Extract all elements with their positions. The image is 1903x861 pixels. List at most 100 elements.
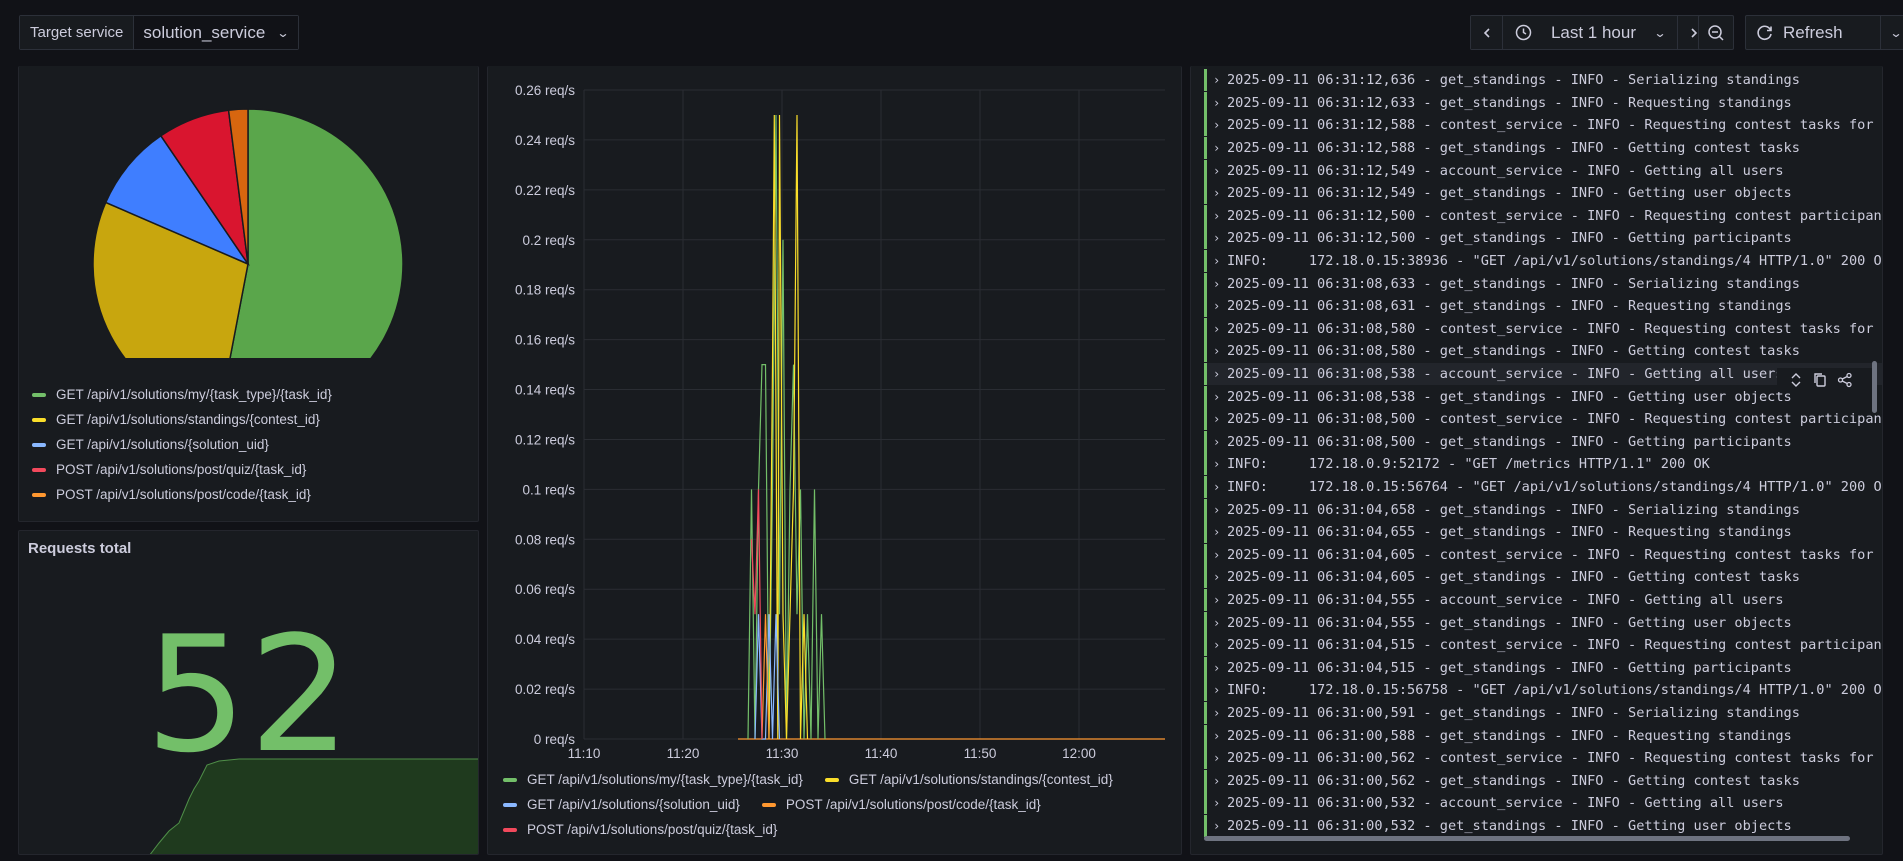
log-row[interactable]: › 2025-09-11 06:31:08,500 - get_standings…	[1204, 430, 1882, 454]
chevron-right-icon[interactable]: ›	[1213, 706, 1225, 720]
log-row[interactable]: › 2025-09-11 06:31:04,555 - account_servi…	[1204, 588, 1882, 612]
legend-item[interactable]: POST /api/v1/solutions/post/quiz/{task_i…	[503, 817, 777, 842]
log-row[interactable]: › INFO: 172.18.0.9:52172 - "GET /metrics …	[1204, 453, 1882, 476]
legend-item[interactable]: GET /api/v1/solutions/my/{task_type}/{ta…	[503, 767, 803, 792]
chevron-right-icon[interactable]: ›	[1213, 118, 1225, 132]
log-row[interactable]: › 2025-09-11 06:31:12,633 - get_standings…	[1204, 91, 1882, 115]
chevron-right-icon[interactable]: ›	[1213, 593, 1225, 607]
log-message: 2025-09-11 06:31:08,631 - get_standings …	[1227, 298, 1792, 315]
chevron-right-icon[interactable]: ›	[1213, 435, 1225, 449]
y-tick-label: 0.06 req/s	[515, 582, 575, 597]
zoom-out-button[interactable]	[1698, 15, 1734, 50]
legend-item[interactable]: GET /api/v1/solutions/standings/{contest…	[824, 767, 1113, 792]
chevron-right-icon[interactable]: ›	[1213, 570, 1225, 584]
chevron-right-icon[interactable]: ›	[1213, 683, 1225, 697]
refresh-button[interactable]: Refresh	[1746, 16, 1881, 49]
log-row[interactable]: › 2025-09-11 06:31:08,633 - get_standings…	[1204, 272, 1882, 295]
legend-item[interactable]: GET /api/v1/solutions/standings/{contest…	[32, 407, 332, 432]
log-row[interactable]: › 2025-09-11 06:31:08,580 - get_standings…	[1204, 340, 1882, 363]
log-row[interactable]: › 2025-09-11 06:31:12,588 - contest_servi…	[1204, 114, 1882, 137]
log-row[interactable]: › 2025-09-11 06:31:04,515 - contest_servi…	[1204, 634, 1882, 657]
log-row[interactable]: › 2025-09-11 06:31:04,655 - get_standings…	[1204, 521, 1882, 544]
x-tick-label: 11:50	[964, 746, 997, 761]
chevron-right-icon[interactable]: ›	[1213, 73, 1225, 87]
chevron-right-icon[interactable]: ›	[1213, 254, 1225, 268]
log-row[interactable]: › 2025-09-11 06:31:12,549 - get_standings…	[1204, 182, 1882, 205]
chevron-right-icon[interactable]: ›	[1213, 367, 1225, 381]
chevron-right-icon[interactable]: ›	[1213, 390, 1225, 404]
legend-item[interactable]: GET /api/v1/solutions/{solution_uid}	[32, 432, 332, 457]
log-row[interactable]: › 2025-09-11 06:31:00,562 - get_standings…	[1204, 769, 1882, 792]
log-row[interactable]: › 2025-09-11 06:31:00,588 - get_standings…	[1204, 724, 1882, 747]
log-row[interactable]: › INFO: 172.18.0.15:38936 - "GET /api/v1/…	[1204, 250, 1882, 273]
rate-timeseries-panel: 0.26 req/s 0.24 req/s 0.22 req/s 0.2 req/s 0…	[487, 66, 1182, 855]
log-row[interactable]: › 2025-09-11 06:31:00,532 - get_standings…	[1204, 814, 1882, 838]
legend-item[interactable]: POST /api/v1/solutions/post/quiz/{task_i…	[32, 457, 332, 482]
x-tick-label: 11:40	[865, 746, 898, 761]
chevron-right-icon[interactable]: ›	[1213, 616, 1225, 630]
log-row[interactable]: › 2025-09-11 06:31:12,500 - contest_servi…	[1204, 204, 1882, 228]
chevron-right-icon[interactable]: ›	[1213, 412, 1225, 426]
chevron-right-icon[interactable]: ›	[1213, 344, 1225, 358]
log-row[interactable]: › 2025-09-11 06:31:00,562 - contest_servi…	[1204, 747, 1882, 770]
log-row[interactable]: › 2025-09-11 06:31:00,591 - get_standings…	[1204, 701, 1882, 725]
share-icon[interactable]	[1837, 372, 1853, 388]
chevron-right-icon[interactable]: ›	[1213, 186, 1225, 200]
refresh-interval-dropdown[interactable]: ⌄	[1881, 16, 1903, 49]
chevron-right-icon[interactable]: ›	[1213, 457, 1225, 471]
chevron-right-icon[interactable]: ›	[1213, 322, 1225, 336]
log-level-bar	[1204, 475, 1207, 498]
log-row[interactable]: › 2025-09-11 06:31:04,605 - contest_servi…	[1204, 543, 1882, 566]
chevron-right-icon[interactable]: ›	[1213, 141, 1225, 155]
log-row[interactable]: › 2025-09-11 06:31:04,658 - get_standings…	[1204, 498, 1882, 521]
chevron-right-icon[interactable]: ›	[1213, 96, 1225, 110]
chevron-right-icon[interactable]: ›	[1213, 525, 1225, 539]
log-vertical-scrollbar[interactable]	[1872, 361, 1877, 413]
chevron-right-icon[interactable]: ›	[1213, 638, 1225, 652]
log-row[interactable]: › 2025-09-11 06:31:12,636 - get_standings…	[1204, 69, 1882, 92]
log-horizontal-scrollbar[interactable]	[1204, 836, 1850, 841]
chevron-right-icon[interactable]: ›	[1213, 729, 1225, 743]
chevron-right-icon[interactable]: ›	[1213, 480, 1225, 494]
legend-item[interactable]: POST /api/v1/solutions/post/code/{task_i…	[32, 482, 332, 507]
chevron-right-icon[interactable]: ›	[1213, 277, 1225, 291]
chevron-right-icon[interactable]: ›	[1213, 661, 1225, 675]
legend-item[interactable]: GET /api/v1/solutions/{solution_uid}	[503, 792, 740, 817]
chevron-right-icon[interactable]: ›	[1213, 819, 1225, 833]
time-back-button[interactable]	[1471, 16, 1503, 49]
time-range-button[interactable]: Last 1 hour ⌄	[1503, 16, 1678, 49]
log-row[interactable]: › 2025-09-11 06:31:08,631 - get_standings…	[1204, 295, 1882, 318]
legend-item[interactable]: POST /api/v1/solutions/post/code/{task_i…	[761, 792, 1041, 817]
chevron-right-icon[interactable]: ›	[1213, 751, 1225, 765]
chevron-right-icon[interactable]: ›	[1213, 796, 1225, 810]
legend-swatch	[503, 777, 517, 782]
refresh-picker: Refresh ⌄	[1745, 15, 1903, 50]
chevron-right-icon[interactable]: ›	[1213, 209, 1225, 223]
log-level-bar	[1204, 521, 1207, 544]
log-row[interactable]: › 2025-09-11 06:31:12,500 - get_standings…	[1204, 227, 1882, 250]
chevron-right-icon[interactable]: ›	[1213, 164, 1225, 178]
log-level-bar	[1204, 543, 1207, 566]
chevron-right-icon[interactable]: ›	[1213, 299, 1225, 313]
log-row[interactable]: › 2025-09-11 06:31:12,588 - get_standings…	[1204, 137, 1882, 160]
log-row[interactable]: › INFO: 172.18.0.15:56758 - "GET /api/v1/…	[1204, 679, 1882, 702]
log-message: 2025-09-11 06:31:12,636 - get_standings …	[1227, 72, 1800, 89]
chevron-right-icon[interactable]: ›	[1213, 231, 1225, 245]
expand-icon[interactable]	[1789, 372, 1803, 388]
log-row[interactable]: › INFO: 172.18.0.15:56764 - "GET /api/v1/…	[1204, 475, 1882, 499]
log-row[interactable]: › 2025-09-11 06:31:04,515 - get_standings…	[1204, 656, 1882, 679]
log-level-bar	[1204, 679, 1207, 702]
chevron-right-icon[interactable]: ›	[1213, 503, 1225, 517]
time-range-label: Last 1 hour	[1550, 22, 1636, 42]
chevron-right-icon[interactable]: ›	[1213, 774, 1225, 788]
log-row[interactable]: › 2025-09-11 06:31:00,532 - account_servi…	[1204, 792, 1882, 815]
copy-icon[interactable]	[1813, 372, 1827, 388]
log-row[interactable]: › 2025-09-11 06:31:08,580 - contest_servi…	[1204, 317, 1882, 341]
chevron-right-icon[interactable]: ›	[1213, 548, 1225, 562]
log-row[interactable]: › 2025-09-11 06:31:04,555 - get_standings…	[1204, 611, 1882, 634]
log-row[interactable]: › 2025-09-11 06:31:04,605 - get_standings…	[1204, 566, 1882, 589]
log-row[interactable]: › 2025-09-11 06:31:08,500 - contest_servi…	[1204, 408, 1882, 431]
legend-item[interactable]: GET /api/v1/solutions/my/{task_type}/{ta…	[32, 382, 332, 407]
log-row[interactable]: › 2025-09-11 06:31:12,549 - account_servi…	[1204, 159, 1882, 182]
variable-select[interactable]: solution_service ⌄	[134, 16, 299, 49]
